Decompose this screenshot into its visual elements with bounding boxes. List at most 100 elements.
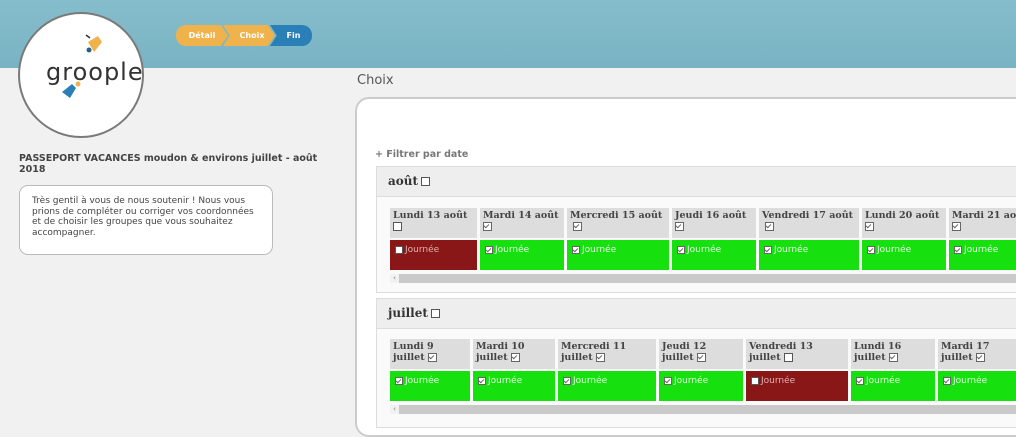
- day-checkbox[interactable]: [675, 222, 684, 231]
- slot-journee[interactable]: Journée: [473, 371, 555, 401]
- day-label: Vendredi 17 août: [762, 210, 854, 221]
- slot-checkbox[interactable]: [867, 245, 875, 254]
- top-bar: [0, 0, 1016, 68]
- slot-journee[interactable]: Journée: [746, 371, 848, 401]
- slot-journee[interactable]: Journée: [567, 240, 669, 270]
- days-row: Lundi 13 août Journée Mardi 14 août Jour…: [390, 208, 1016, 270]
- day-label: Mercredi 11 juillet: [561, 341, 627, 363]
- slot-journee[interactable]: Journée: [759, 240, 859, 270]
- slot-journee[interactable]: Journée: [949, 240, 1016, 270]
- slot-label: Journée: [488, 376, 523, 386]
- slot-label: Journée: [674, 376, 709, 386]
- slot-journee[interactable]: Journée: [851, 371, 935, 401]
- day-column: Mardi 21 août Journée: [949, 208, 1016, 270]
- day-checkbox[interactable]: [975, 353, 985, 362]
- step-detail[interactable]: Détail: [176, 25, 228, 46]
- day-checkbox[interactable]: [573, 222, 582, 231]
- day-checkbox[interactable]: [696, 353, 706, 362]
- month-header: août: [377, 167, 1016, 197]
- day-column: Vendredi 13 juillet Journée: [746, 339, 848, 401]
- month-name: juillet: [388, 306, 428, 320]
- slot-label: Journée: [582, 245, 617, 255]
- day-header: Lundi 9 juillet: [390, 339, 470, 369]
- filter-by-date-link[interactable]: + Filtrer par date: [375, 149, 468, 160]
- scroll-left-icon[interactable]: ‹: [390, 274, 399, 283]
- slot-checkbox[interactable]: [563, 376, 571, 385]
- day-checkbox[interactable]: [483, 222, 492, 231]
- slot-label: Journée: [866, 376, 901, 386]
- slot-checkbox[interactable]: [943, 376, 951, 385]
- slot-journee[interactable]: Journée: [558, 371, 656, 401]
- day-column: Vendredi 17 août Journée: [759, 208, 859, 270]
- slot-checkbox[interactable]: [954, 245, 962, 254]
- month-checkbox[interactable]: [430, 309, 440, 318]
- slot-journee[interactable]: Journée: [390, 240, 477, 270]
- horizontal-scrollbar[interactable]: ‹: [390, 274, 1016, 283]
- slot-label: Journée: [495, 245, 530, 255]
- day-checkbox[interactable]: [510, 353, 520, 362]
- day-checkbox[interactable]: [393, 222, 402, 231]
- slot-label: Journée: [953, 376, 988, 386]
- scroll-left-icon[interactable]: ‹: [390, 405, 399, 414]
- day-checkbox[interactable]: [595, 353, 605, 362]
- day-label: Jeudi 16 août: [675, 210, 747, 221]
- slot-checkbox[interactable]: [395, 376, 403, 385]
- bell-icon: [85, 34, 102, 53]
- horizontal-scrollbar[interactable]: ‹: [390, 405, 1016, 414]
- day-checkbox[interactable]: [865, 222, 874, 231]
- day-header: Lundi 16 juillet: [851, 339, 935, 369]
- month-name: août: [388, 174, 419, 188]
- slot-checkbox[interactable]: [485, 245, 493, 254]
- day-header: Mercredi 11 juillet: [558, 339, 656, 369]
- day-column: Mardi 10 juillet Journée: [473, 339, 555, 401]
- logo-text: groople: [46, 58, 144, 86]
- day-column: Jeudi 12 juillet Journée: [659, 339, 743, 401]
- message-box: Très gentil à vous de nous soutenir ! No…: [19, 185, 273, 255]
- day-column: Mardi 17 juillet Journée: [938, 339, 1016, 401]
- slot-checkbox[interactable]: [572, 245, 580, 254]
- month-checkbox[interactable]: [421, 177, 431, 186]
- day-label: Mardi 21 août: [952, 210, 1016, 221]
- slot-journee[interactable]: Journée: [862, 240, 946, 270]
- section-title: Choix: [357, 73, 394, 88]
- slot-checkbox[interactable]: [478, 376, 486, 385]
- slot-label: Journée: [687, 245, 722, 255]
- slot-label: Journée: [964, 245, 999, 255]
- day-header: Jeudi 16 août: [672, 208, 756, 238]
- day-column: Lundi 13 août Journée: [390, 208, 477, 270]
- day-checkbox[interactable]: [427, 353, 437, 362]
- days-row: Lundi 9 juillet Journée Mardi 10 juillet…: [390, 339, 1016, 401]
- slot-journee[interactable]: Journée: [659, 371, 743, 401]
- day-header: Jeudi 12 juillet: [659, 339, 743, 369]
- project-title: PASSEPORT VACANCES moudon & environs jui…: [19, 153, 318, 175]
- day-header: Lundi 20 août: [862, 208, 946, 238]
- step-choix[interactable]: Choix: [223, 25, 275, 46]
- day-label: Mercredi 15 août: [570, 210, 663, 221]
- day-checkbox[interactable]: [888, 353, 898, 362]
- day-header: Mardi 14 août: [480, 208, 564, 238]
- slot-checkbox[interactable]: [664, 376, 672, 385]
- slot-label: Journée: [877, 245, 912, 255]
- slot-journee[interactable]: Journée: [480, 240, 564, 270]
- day-checkbox[interactable]: [952, 222, 961, 231]
- day-checkbox[interactable]: [765, 222, 774, 231]
- slot-journee[interactable]: Journée: [938, 371, 1016, 401]
- month-block-juillet: juillet Lundi 9 juillet Journée Mardi 10…: [376, 298, 1016, 428]
- logo[interactable]: groople: [18, 12, 144, 138]
- day-column: Lundi 9 juillet Journée: [390, 339, 470, 401]
- day-column: Mercredi 11 juillet Journée: [558, 339, 656, 401]
- day-header: Lundi 13 août: [390, 208, 477, 238]
- slot-journee[interactable]: Journée: [672, 240, 756, 270]
- slot-checkbox[interactable]: [856, 376, 864, 385]
- day-checkbox[interactable]: [783, 353, 793, 362]
- slot-checkbox[interactable]: [751, 376, 759, 385]
- day-column: Mardi 14 août Journée: [480, 208, 564, 270]
- month-block-aout: août Lundi 13 août Journée Mardi 14 août…: [376, 166, 1016, 293]
- day-header: Mercredi 15 août: [567, 208, 669, 238]
- slot-checkbox[interactable]: [764, 245, 772, 254]
- message-text: Très gentil à vous de nous soutenir ! No…: [32, 196, 254, 238]
- slot-checkbox[interactable]: [677, 245, 685, 254]
- slot-journee[interactable]: Journée: [390, 371, 470, 401]
- slot-label: Journée: [774, 245, 809, 255]
- slot-checkbox[interactable]: [395, 245, 403, 254]
